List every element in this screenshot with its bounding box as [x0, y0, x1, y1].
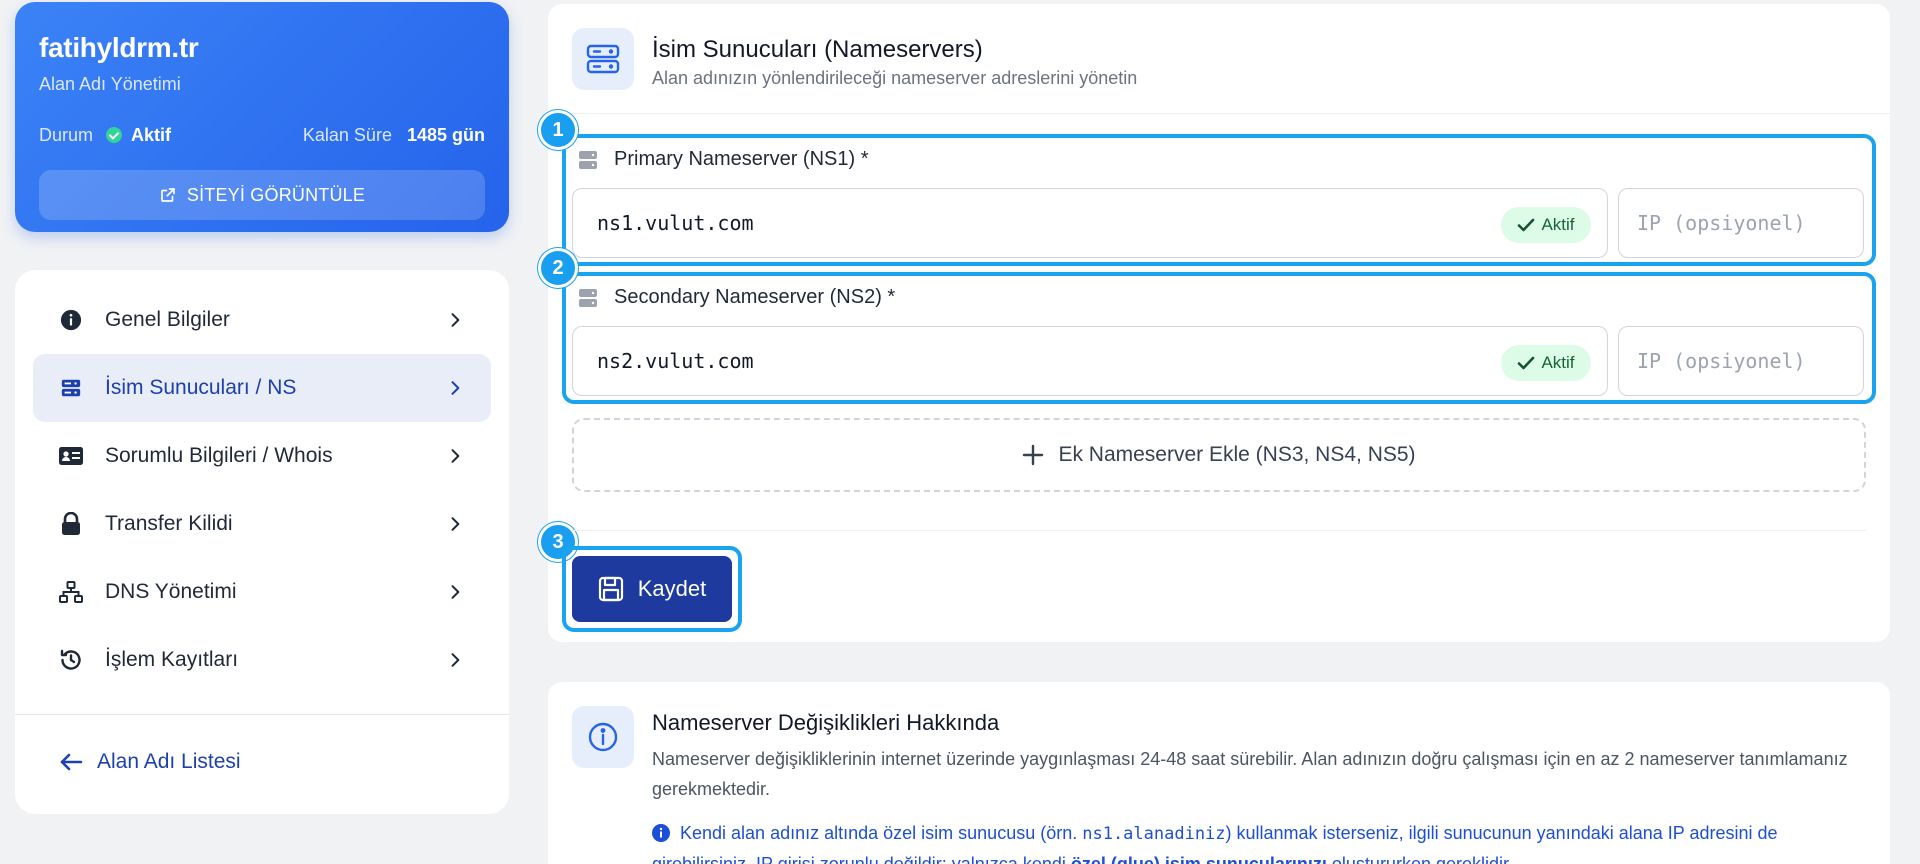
- ns1-label-row: Primary Nameserver (NS1) *: [578, 148, 868, 171]
- status-label: Durum: [39, 125, 94, 145]
- floppy-disk-icon: [598, 576, 623, 602]
- ns2-label: Secondary Nameserver (NS2) *: [614, 286, 896, 308]
- ns2-field-group: Secondary Nameserver (NS2) * ns2.vulut.c…: [562, 272, 1876, 404]
- ns1-ip-placeholder: IP (opsiyonel): [1637, 211, 1806, 235]
- nav-divider: [15, 714, 509, 715]
- ns1-badge-label: Aktif: [1541, 215, 1575, 234]
- ns2-ip-placeholder: IP (opsiyonel): [1637, 349, 1806, 373]
- nav-label: DNS Yönetimi: [105, 580, 237, 603]
- ns2-label-row: Secondary Nameserver (NS2) *: [578, 286, 895, 309]
- check-circle-icon: [106, 127, 123, 143]
- domain-status-row: Durum Aktif Kalan Süre 1485 gün: [39, 125, 485, 146]
- plus-icon: [1023, 444, 1044, 466]
- chevron-right-icon: [451, 585, 460, 599]
- chevron-right-icon: [451, 653, 460, 667]
- server-icon: [59, 376, 83, 400]
- ns1-input[interactable]: ns1.vulut.com Aktif: [572, 188, 1608, 258]
- nav-label: Sorumlu Bilgileri / Whois: [105, 444, 333, 467]
- note-prefix: Kendi alan adınız altında özel isim sunu…: [680, 823, 1083, 843]
- lock-icon: [59, 512, 83, 536]
- ns2-ip-input[interactable]: IP (opsiyonel): [1618, 326, 1864, 396]
- step-badge-2: 2: [538, 248, 578, 288]
- chevron-right-icon: [451, 313, 460, 327]
- status-value: Aktif: [131, 125, 172, 145]
- ns1-label: Primary Nameserver (NS1) *: [614, 148, 869, 170]
- save-label: Kaydet: [637, 576, 707, 601]
- domain-subtitle: Alan Adı Yönetimi: [39, 74, 181, 94]
- ns2-badge-label: Aktif: [1541, 353, 1575, 372]
- domain-summary-card: fatihyldrm.tr Alan Adı Yönetimi Durum Ak…: [15, 2, 509, 232]
- check-icon: [1518, 356, 1535, 370]
- network-icon: [59, 580, 83, 604]
- info-title: Nameserver Değişiklikleri Hakkında: [652, 710, 1000, 735]
- external-link-icon: [161, 188, 175, 202]
- ns1-status-badge: Aktif: [1501, 207, 1591, 243]
- ns2-value: ns2.vulut.com: [597, 349, 754, 373]
- nav-item-dns[interactable]: DNS Yönetimi: [33, 558, 491, 626]
- note-suffix: oluştururken gereklidir.: [1326, 854, 1513, 864]
- info-circle-icon: [652, 824, 670, 842]
- note-code: ns1.alanadiniz: [1082, 824, 1226, 844]
- nav-label: Genel Bilgiler: [105, 308, 230, 331]
- nav-item-nameservers[interactable]: İsim Sunucuları / NS: [33, 354, 491, 422]
- id-card-icon: [59, 444, 83, 468]
- remaining-label: Kalan Süre: [302, 125, 392, 145]
- back-to-domain-list-link[interactable]: Alan Adı Listesi: [59, 750, 241, 774]
- ns1-field-group: Primary Nameserver (NS1) * ns1.vulut.com…: [562, 134, 1876, 266]
- nav-label: İşlem Kayıtları: [105, 648, 239, 671]
- nav-label: İsim Sunucuları / NS: [105, 376, 297, 399]
- panel-title: İsim Sunucuları (Nameservers): [652, 36, 983, 63]
- chevron-right-icon: [451, 449, 460, 463]
- add-nameserver-button[interactable]: Ek Nameserver Ekle (NS3, NS4, NS5): [572, 418, 1866, 492]
- ns2-status-badge: Aktif: [1501, 345, 1591, 381]
- domain-name: fatihyldrm.tr: [39, 32, 199, 63]
- nameservers-panel: İsim Sunucuları (Nameservers) Alan adını…: [538, 4, 1890, 642]
- save-divider: [572, 530, 1866, 531]
- add-nameserver-label: Ek Nameserver Ekle (NS3, NS4, NS5): [1058, 443, 1416, 466]
- view-site-label: SİTEYİ GÖRÜNTÜLE: [186, 184, 366, 205]
- save-button[interactable]: Kaydet: [572, 556, 732, 622]
- ns2-input[interactable]: ns2.vulut.com Aktif: [572, 326, 1608, 396]
- server-icon: [579, 288, 597, 307]
- nav-item-transfer-lock[interactable]: Transfer Kilidi: [33, 490, 491, 558]
- nav-label: Transfer Kilidi: [105, 512, 233, 535]
- server-icon: [579, 150, 597, 169]
- info-circle-icon: [572, 706, 634, 768]
- panel-subtitle: Alan adınızın yönlendirileceği nameserve…: [652, 68, 1138, 88]
- nav-item-history[interactable]: İşlem Kayıtları: [33, 626, 491, 694]
- check-icon: [1518, 218, 1535, 232]
- domain-nav-card: Genel Bilgiler İsim Sunucuları / NS Soru…: [15, 270, 509, 814]
- arrow-left-icon: [60, 753, 83, 771]
- info-panel: Nameserver Değişiklikleri Hakkında Names…: [548, 682, 1890, 864]
- panel-header: İsim Sunucuları (Nameservers) Alan adını…: [548, 4, 1890, 114]
- history-icon: [59, 648, 83, 672]
- back-link-label: Alan Adı Listesi: [97, 750, 241, 773]
- server-icon: [572, 28, 634, 90]
- info-note: Kendi alan adınız altında özel isim sunu…: [652, 818, 1862, 864]
- nav-item-whois[interactable]: Sorumlu Bilgileri / Whois: [33, 422, 491, 490]
- info-text: Nameserver değişikliklerinin internet üz…: [652, 749, 1848, 799]
- ns1-value: ns1.vulut.com: [597, 211, 754, 235]
- note-bold: özel (glue) isim sunucularınızı: [1070, 854, 1327, 864]
- remaining-value: 1485 gün: [406, 125, 485, 145]
- view-site-button[interactable]: SİTEYİ GÖRÜNTÜLE: [39, 170, 485, 220]
- chevron-right-icon: [451, 381, 460, 395]
- save-button-highlight: Kaydet: [562, 546, 742, 632]
- chevron-right-icon: [451, 517, 460, 531]
- ns1-ip-input[interactable]: IP (opsiyonel): [1618, 188, 1864, 258]
- nav-item-general[interactable]: Genel Bilgiler: [33, 286, 491, 354]
- info-circle-icon: [59, 308, 83, 332]
- step-badge-1: 1: [538, 110, 578, 150]
